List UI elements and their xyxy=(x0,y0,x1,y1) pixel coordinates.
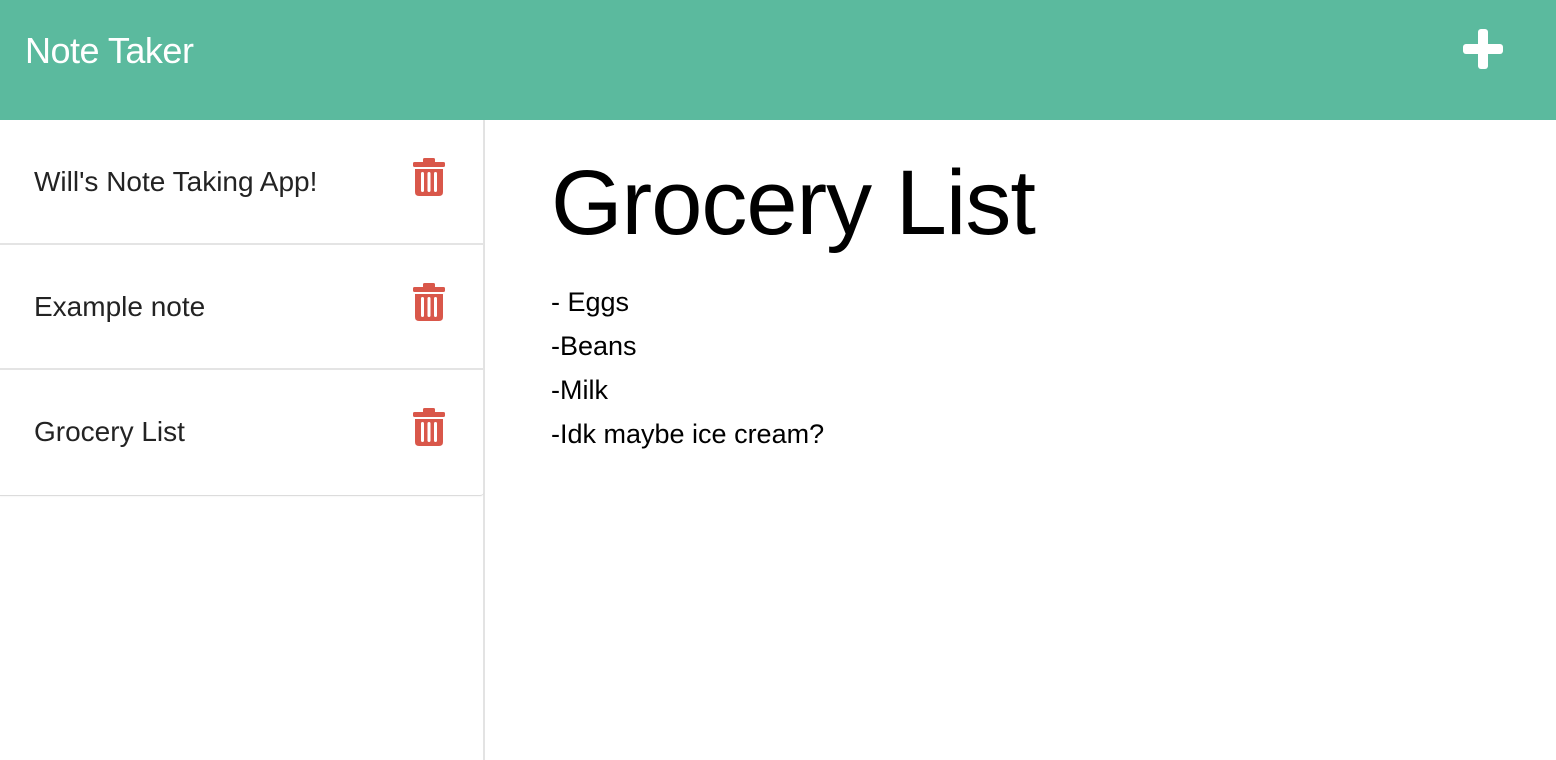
note-item[interactable]: Grocery List xyxy=(0,370,484,495)
plus-icon xyxy=(1463,29,1503,69)
note-item-title: Grocery List xyxy=(34,416,185,447)
app-title: Note Taker xyxy=(25,30,194,71)
note-item[interactable]: Will's Note Taking App! xyxy=(0,120,484,245)
note-text-line: -Idk maybe ice cream? xyxy=(551,419,825,449)
delete-note-button[interactable] xyxy=(413,283,445,321)
note-editor: Grocery List - Eggs -Beans -Milk -Idk ma… xyxy=(486,120,1556,760)
note-title-field[interactable]: Grocery List xyxy=(551,148,1036,258)
note-sidebar: Will's Note Taking App! Example note Gro… xyxy=(0,120,485,760)
note-item-title: Will's Note Taking App! xyxy=(34,166,318,197)
delete-note-button[interactable] xyxy=(413,158,445,196)
note-text-line: - Eggs xyxy=(551,287,630,317)
note-item[interactable]: Example note xyxy=(0,245,484,370)
trash-icon xyxy=(413,158,445,196)
trash-icon xyxy=(413,283,445,321)
new-note-button[interactable] xyxy=(1456,22,1510,76)
delete-note-button[interactable] xyxy=(413,408,445,446)
navbar: Note Taker xyxy=(0,0,1556,120)
note-text-line: -Beans xyxy=(551,331,637,361)
note-list: Will's Note Taking App! Example note Gro… xyxy=(0,120,484,496)
note-text-area[interactable]: - Eggs -Beans -Milk -Idk maybe ice cream… xyxy=(551,280,824,456)
note-text-line: -Milk xyxy=(551,375,608,405)
note-item-title: Example note xyxy=(34,291,206,322)
trash-icon xyxy=(413,408,445,446)
